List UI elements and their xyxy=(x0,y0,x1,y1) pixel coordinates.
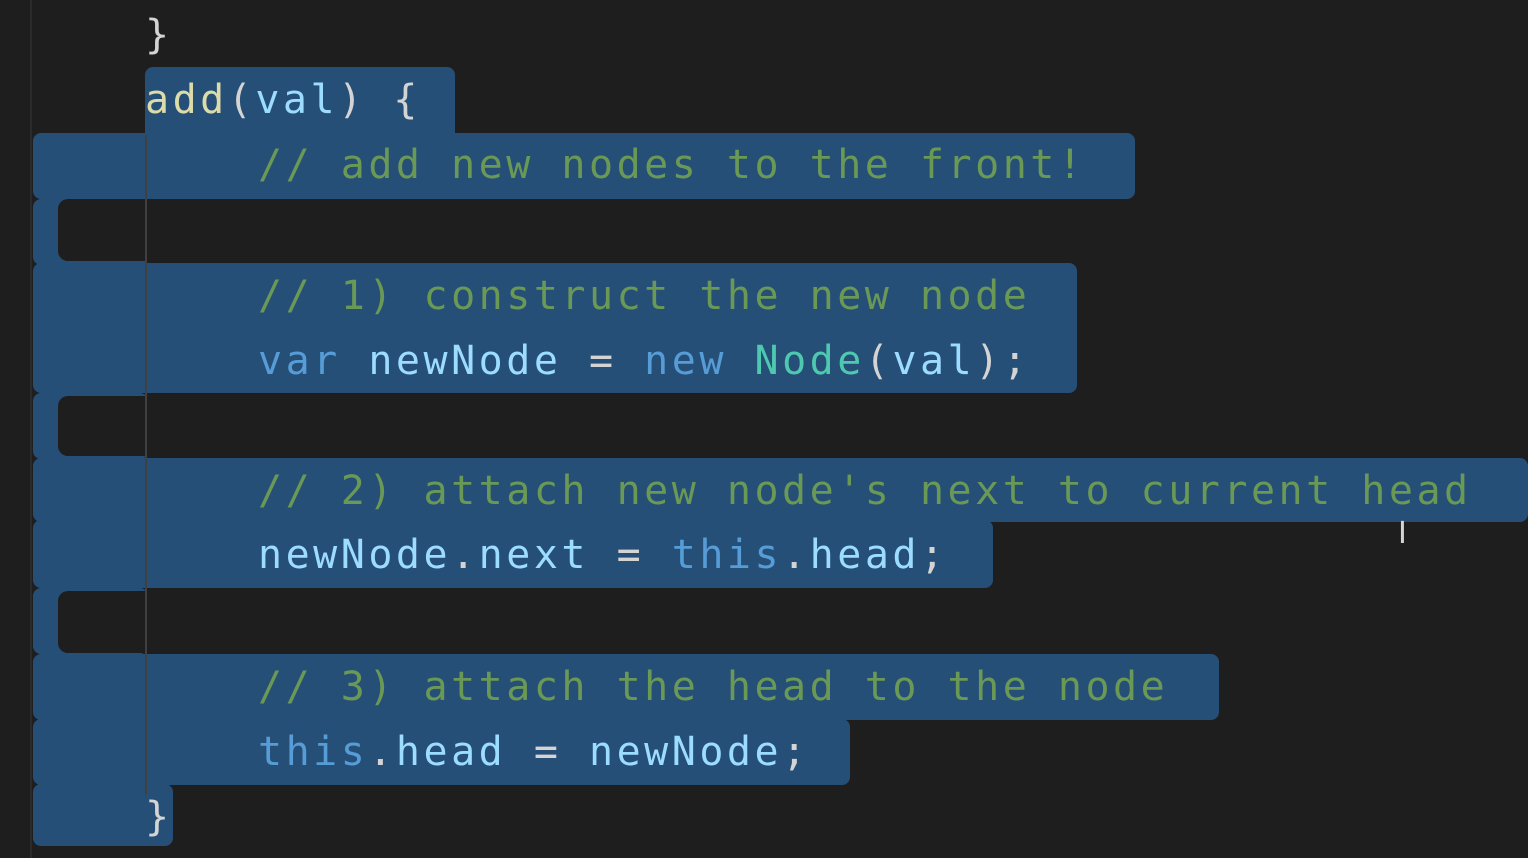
code-token: } xyxy=(145,12,173,58)
code-token: . xyxy=(368,729,396,775)
empty-line-gap-1 xyxy=(58,199,148,261)
code-token: next xyxy=(478,532,589,578)
code-line[interactable]: var newNode = new Node(val); xyxy=(258,328,1030,394)
code-token: this xyxy=(671,532,783,578)
code-token: = xyxy=(506,729,589,775)
code-line[interactable]: } xyxy=(145,2,173,68)
indent-guide xyxy=(145,135,147,795)
code-token: // 1) construct the new node xyxy=(258,273,1031,319)
code-line[interactable]: // 1) construct the new node xyxy=(258,263,1030,329)
code-token: this xyxy=(258,729,369,775)
code-token: // add new nodes to the front! xyxy=(258,142,1086,188)
code-token: ; xyxy=(920,532,948,578)
code-line[interactable]: } xyxy=(145,784,173,850)
code-token: val xyxy=(255,77,339,123)
code-token: newNode xyxy=(368,338,562,384)
code-token: ( xyxy=(864,338,893,384)
code-line[interactable]: // 2) attach new node's next to current … xyxy=(258,458,1472,524)
code-token: head xyxy=(809,532,920,578)
code-token: head xyxy=(395,729,507,775)
code-editor[interactable]: } add(val) {// add new nodes to the front… xyxy=(0,0,1528,858)
code-token: new xyxy=(644,338,727,384)
code-token: ); xyxy=(975,338,1031,384)
text-cursor-icon: I xyxy=(1398,516,1411,551)
code-token: // 3) attach the head to the node xyxy=(258,664,1169,710)
code-token: . xyxy=(451,532,479,578)
code-token: val xyxy=(892,338,976,384)
code-token: ( xyxy=(227,77,256,123)
code-token: add xyxy=(145,77,228,123)
code-token: ) { xyxy=(338,77,421,123)
gutter-divider xyxy=(30,0,32,858)
code-token: Node xyxy=(754,338,865,384)
code-line[interactable]: // add new nodes to the front! xyxy=(258,132,1085,198)
code-line[interactable]: this.head = newNode; xyxy=(258,719,810,785)
code-token: var xyxy=(258,338,341,384)
code-token: ; xyxy=(782,729,810,775)
empty-line-gap-2 xyxy=(58,396,148,456)
code-token: = xyxy=(589,532,672,578)
code-token: . xyxy=(782,532,810,578)
code-line[interactable]: add(val) { xyxy=(145,67,421,133)
code-token: } xyxy=(145,794,173,840)
code-line[interactable]: // 3) attach the head to the node xyxy=(258,654,1168,720)
code-token: newNode xyxy=(258,532,452,578)
empty-line-gap-3 xyxy=(58,591,148,653)
code-token: = xyxy=(561,338,645,384)
code-token: // 2) attach new node's next to current … xyxy=(258,468,1472,514)
code-token: newNode xyxy=(589,729,783,775)
code-line[interactable]: newNode.next = this.head; xyxy=(258,522,948,588)
